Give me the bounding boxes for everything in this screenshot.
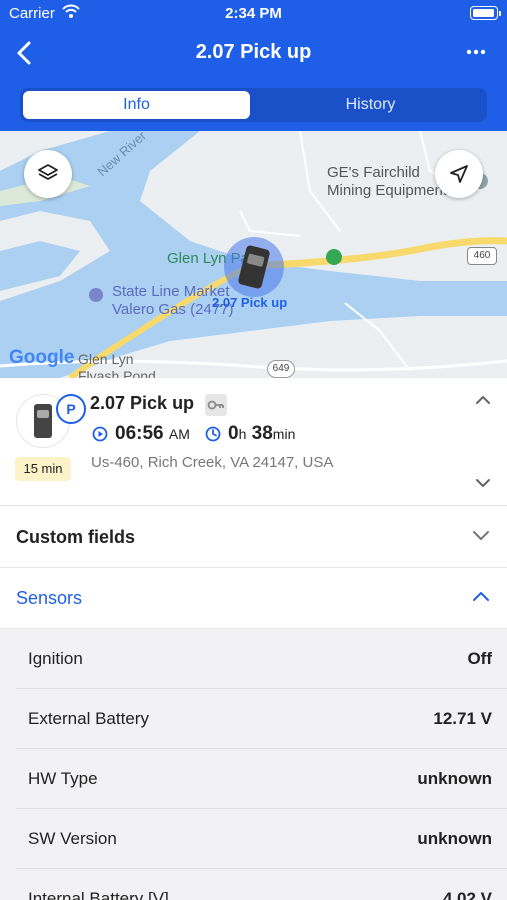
stop-title: 2.07 Pick up: [90, 393, 195, 413]
app-header: Carrier 2:34 PM 2.07 Pick up Info Histor…: [0, 0, 507, 131]
battery-icon: [470, 6, 501, 20]
custom-fields-title: Custom fields: [16, 527, 136, 547]
chevron-down-icon[interactable]: [475, 478, 491, 488]
tab-history[interactable]: History: [257, 91, 484, 119]
sensor-name: Internal Battery [V]: [28, 889, 169, 900]
map-view[interactable]: New River GE's Fairchild Mining Equipmen…: [0, 131, 507, 378]
route-460-badge: 460: [467, 247, 497, 265]
tab-switcher: Info History: [20, 88, 487, 122]
page-title: 2.07 Pick up: [195, 41, 312, 63]
tab-info[interactable]: Info: [23, 91, 250, 119]
chevron-up-icon[interactable]: [475, 395, 491, 405]
map-layers-button[interactable]: [24, 150, 72, 198]
stay-minutes-unit: min: [272, 426, 296, 442]
clock-icon: [205, 426, 221, 442]
key-icon: [205, 394, 227, 416]
sensor-name: HW Type: [28, 769, 98, 788]
sensor-row-sw-version: SW Version unknown: [16, 809, 507, 869]
sensor-name: SW Version: [28, 829, 117, 848]
sensor-value: unknown: [417, 829, 492, 848]
google-logo: Google: [9, 347, 75, 368]
parking-badge: P: [56, 394, 86, 424]
back-arrow-icon[interactable]: [12, 40, 36, 66]
sensor-value: 12.71 V: [433, 709, 492, 728]
sensors-section[interactable]: Sensors: [0, 568, 507, 629]
sensor-row-external-battery: External Battery 12.71 V: [16, 689, 507, 749]
duration-pill: 15 min: [15, 457, 71, 481]
sensors-title: Sensors: [16, 588, 83, 608]
stay-hours-unit: h: [238, 426, 247, 442]
map-label-glen-pond: Glen Lyn Flyash Pond: [78, 351, 156, 378]
stay-hours: 0: [228, 423, 239, 444]
sensor-value: unknown: [417, 769, 492, 788]
sensors-list: Ignition Off External Battery 12.71 V HW…: [0, 629, 507, 900]
more-options-icon[interactable]: [462, 46, 490, 58]
navigation-arrow-icon: [450, 165, 468, 183]
stop-time: 06:56 AM: [115, 423, 190, 445]
road-649-badge: 649: [267, 360, 295, 378]
vehicle-marker[interactable]: [224, 237, 284, 297]
sensor-value: Off: [467, 649, 492, 668]
status-time: 2:34 PM: [225, 5, 282, 22]
sensor-name: External Battery: [28, 709, 149, 728]
stop-time-value: 06:56: [115, 423, 164, 444]
sensor-row-ignition: Ignition Off: [16, 629, 507, 689]
status-bar: Carrier 2:34 PM: [0, 0, 507, 28]
stay-duration: 0h 38min: [228, 423, 295, 445]
layers-icon: [38, 164, 58, 180]
stop-card[interactable]: P 15 min 2.07 Pick up 06:56 AM 0h 38min …: [0, 378, 507, 506]
chevron-down-icon[interactable]: [472, 529, 490, 541]
chevron-up-icon[interactable]: [472, 590, 490, 602]
vehicle-icon: [237, 244, 271, 290]
my-location-button[interactable]: [435, 150, 483, 198]
vehicle-thumbnail-icon: [34, 404, 52, 438]
marker-label: 2.07 Pick up: [212, 295, 288, 310]
sensor-value: 4.02 V: [442, 889, 492, 900]
sensor-name: Ignition: [28, 649, 83, 668]
stop-time-ampm: AM: [168, 426, 190, 442]
custom-fields-section[interactable]: Custom fields: [0, 507, 507, 568]
stay-minutes: 38: [251, 423, 273, 444]
stop-address: Us-460, Rich Creek, VA 24147, USA: [91, 454, 334, 471]
sensor-row-hw-type: HW Type unknown: [16, 749, 507, 809]
sensor-row-internal-battery: Internal Battery [V] 4.02 V: [16, 869, 507, 900]
play-circle-icon: [92, 426, 108, 442]
